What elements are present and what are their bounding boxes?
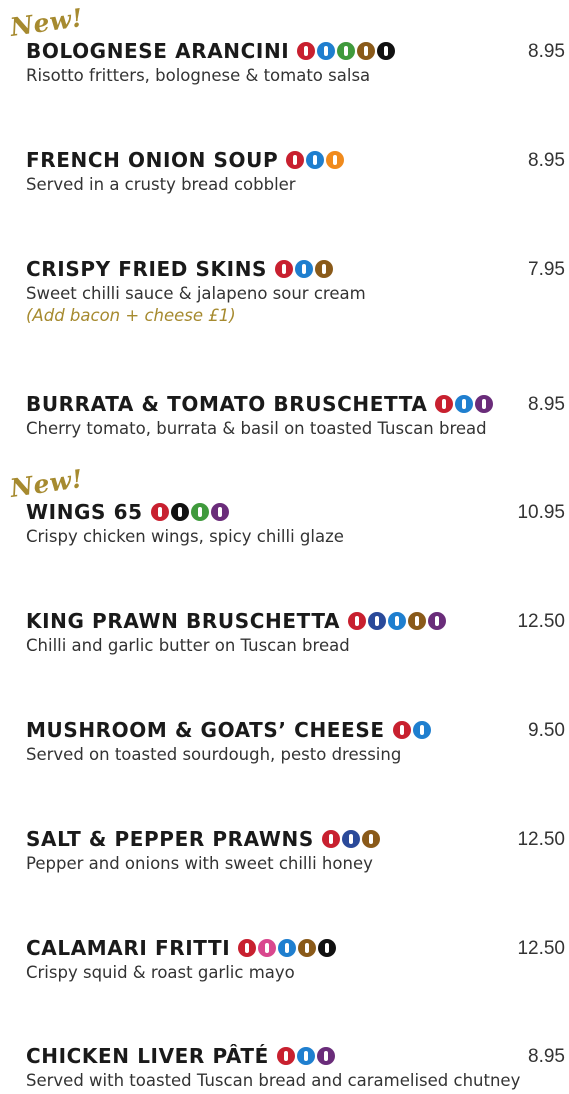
red-allergen-icon [150, 503, 169, 521]
dietary-icons [238, 939, 337, 957]
menu-item: BURRATA & TOMATO BRUSCHETTA 8.95 Cherry to… [26, 391, 565, 438]
menu-item-description: Served with toasted Tuscan bread and car… [26, 1071, 521, 1090]
menu-item-description: Chilli and garlic butter on Tuscan bread [26, 636, 350, 655]
purple-allergen-icon [210, 503, 229, 521]
dietary-icons [275, 260, 334, 278]
menu-item-price: 12.50 [517, 829, 565, 850]
menu-item-title-row: CHICKEN LIVER PÂTÉ [26, 1043, 565, 1069]
dietary-icons [435, 395, 494, 413]
menu-item-price: 8.95 [528, 394, 565, 415]
menu-item-title: FRENCH ONION SOUP [26, 148, 279, 172]
purple-allergen-icon [428, 612, 447, 630]
green-allergen-icon [190, 503, 209, 521]
menu-item-price: 9.50 [528, 720, 565, 741]
menu-item-price: 7.95 [528, 259, 565, 280]
menu-item-title: BURRATA & TOMATO BRUSCHETTA [26, 392, 428, 416]
menu-item: CRISPY FRIED SKINS 7.95 Sweet chilli sauce… [26, 256, 565, 325]
menu-item-price: 12.50 [517, 938, 565, 959]
menu-item-description: Crispy chicken wings, spicy chilli glaze [26, 527, 344, 546]
menu-item-title: SALT & PEPPER PRAWNS [26, 827, 314, 851]
blue-allergen-icon [412, 721, 431, 739]
menu-item-note: (Add bacon + cheese £1) [26, 306, 236, 325]
dietary-icons [392, 721, 431, 739]
brown-allergen-icon [361, 830, 380, 848]
blue-allergen-icon [455, 395, 474, 413]
brown-allergen-icon [315, 260, 334, 278]
navy-allergen-icon [341, 830, 360, 848]
dietary-icons [348, 612, 447, 630]
brown-allergen-icon [408, 612, 427, 630]
menu-item-price: 12.50 [517, 611, 565, 632]
new-badge: New! [8, 3, 85, 42]
menu-item-title-row: BURRATA & TOMATO BRUSCHETTA [26, 391, 565, 417]
menu-item-description: Pepper and onions with sweet chilli hone… [26, 854, 373, 873]
menu-item-description: Sweet chilli sauce & jalapeno sour cream [26, 284, 366, 303]
black-allergen-icon [170, 503, 189, 521]
menu-item-description: Crispy squid & roast garlic mayo [26, 963, 295, 982]
dietary-icons [297, 42, 396, 60]
menu-item-price: 8.95 [528, 150, 565, 171]
red-allergen-icon [276, 1047, 295, 1065]
menu-item: New! WINGS 65 10.95 Crispy chicken wings, s… [8, 464, 565, 546]
menu-item: KING PRAWN BRUSCHETTA 12.50 Chilli and gar… [26, 608, 565, 655]
menu-item: SALT & PEPPER PRAWNS 12.50 Pepper and onio… [26, 826, 565, 873]
menu-item-price: 8.95 [528, 1046, 565, 1067]
new-badge: New! [8, 464, 85, 503]
menu-item-title-row: KING PRAWN BRUSCHETTA [26, 608, 565, 634]
blue-allergen-icon [388, 612, 407, 630]
menu-item: FRENCH ONION SOUP 8.95 Served in a crusty … [26, 147, 565, 194]
menu-item: CHICKEN LIVER PÂTÉ 8.95 Served with toaste… [26, 1043, 565, 1090]
black-allergen-icon [377, 42, 396, 60]
red-allergen-icon [392, 721, 411, 739]
menu-item-title: KING PRAWN BRUSCHETTA [26, 609, 341, 633]
red-allergen-icon [286, 151, 305, 169]
brown-allergen-icon [298, 939, 317, 957]
menu-item-title-row: FRENCH ONION SOUP [26, 147, 565, 173]
dietary-icons [321, 830, 380, 848]
menu-item-description: Cherry tomato, burrata & basil on toaste… [26, 419, 487, 438]
purple-allergen-icon [475, 395, 494, 413]
blue-allergen-icon [306, 151, 325, 169]
red-allergen-icon [348, 612, 367, 630]
menu-item-price: 8.95 [528, 41, 565, 62]
menu-item-description: Served in a crusty bread cobbler [26, 175, 296, 194]
menu-item-description: Risotto fritters, bolognese & tomato sal… [26, 66, 371, 85]
brown-allergen-icon [357, 42, 376, 60]
red-allergen-icon [275, 260, 294, 278]
orange-allergen-icon [326, 151, 345, 169]
menu-item: MUSHROOM & GOATS’ CHEESE 9.50 Served on to… [26, 717, 565, 764]
dietary-icons [276, 1047, 335, 1065]
menu-item-title: BOLOGNESE ARANCINI [26, 39, 290, 63]
pink-allergen-icon [258, 939, 277, 957]
blue-allergen-icon [296, 1047, 315, 1065]
red-allergen-icon [297, 42, 316, 60]
blue-allergen-icon [317, 42, 336, 60]
menu-item-title: CALAMARI FRITTI [26, 936, 231, 960]
black-allergen-icon [318, 939, 337, 957]
menu-item-description: Served on toasted sourdough, pesto dress… [26, 745, 402, 764]
red-allergen-icon [321, 830, 340, 848]
menu-item-title: WINGS 65 [26, 500, 143, 524]
menu-item-title: MUSHROOM & GOATS’ CHEESE [26, 718, 385, 742]
blue-allergen-icon [295, 260, 314, 278]
blue-allergen-icon [278, 939, 297, 957]
menu-item-price: 10.95 [517, 502, 565, 523]
menu-item-title: CRISPY FRIED SKINS [26, 257, 268, 281]
menu-item: CALAMARI FRITTI 12.50 Crispy squid & roast… [26, 935, 565, 982]
menu-item-title-row: SALT & PEPPER PRAWNS [26, 826, 565, 852]
navy-allergen-icon [368, 612, 387, 630]
red-allergen-icon [435, 395, 454, 413]
menu-item-title: CHICKEN LIVER PÂTÉ [26, 1044, 269, 1068]
dietary-icons [150, 503, 229, 521]
menu-item-title-row: CRISPY FRIED SKINS [26, 256, 565, 282]
menu-item-title-row: MUSHROOM & GOATS’ CHEESE [26, 717, 565, 743]
red-allergen-icon [238, 939, 257, 957]
green-allergen-icon [337, 42, 356, 60]
menu-item-title-row: BOLOGNESE ARANCINI [26, 38, 565, 64]
dietary-icons [286, 151, 345, 169]
purple-allergen-icon [316, 1047, 335, 1065]
menu-item-title-row: CALAMARI FRITTI [26, 935, 565, 961]
menu-item-title-row: WINGS 65 [26, 499, 565, 525]
menu-item: New! BOLOGNESE ARANCINI 8.95 Risotto fritte… [8, 3, 565, 85]
